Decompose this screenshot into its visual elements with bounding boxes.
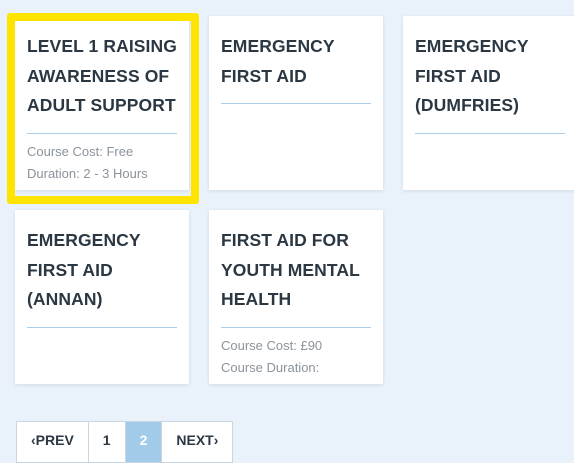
course-card[interactable]: LEVEL 1 RAISING AWARENESS OF ADULT SUPPO… xyxy=(15,16,189,190)
course-card[interactable]: FIRST AID FOR YOUTH MENTAL HEALTH Course… xyxy=(209,210,383,384)
course-title[interactable]: LEVEL 1 RAISING AWARENESS OF ADULT SUPPO… xyxy=(27,32,177,134)
course-card[interactable]: EMERGENCY FIRST AID (ANNAN) xyxy=(15,210,189,384)
page-link-1[interactable]: 1 xyxy=(89,422,126,462)
course-meta: Course Cost: Free Duration: 2 - 3 Hours xyxy=(27,142,177,185)
pagination: ‹PREV 1 2 NEXT› xyxy=(16,421,234,463)
course-meta: Course Cost: £90 Course Duration: xyxy=(221,336,371,379)
page-link-2-current[interactable]: 2 xyxy=(125,422,163,462)
course-title[interactable]: FIRST AID FOR YOUTH MENTAL HEALTH xyxy=(221,226,371,328)
course-duration: Course Duration: xyxy=(221,360,320,375)
prev-page-link[interactable]: ‹PREV xyxy=(17,422,89,462)
course-card[interactable]: EMERGENCY FIRST AID xyxy=(209,16,383,190)
course-cost: Course Cost: Free xyxy=(27,143,134,159)
next-page-link[interactable]: NEXT› xyxy=(162,422,232,462)
course-duration: Duration: 2 - 3 Hours xyxy=(27,166,148,181)
course-title[interactable]: EMERGENCY FIRST AID xyxy=(221,32,371,104)
course-card[interactable]: EMERGENCY FIRST AID (DUMFRIES) xyxy=(403,16,574,190)
course-cost: Course Cost: £90 xyxy=(221,337,323,353)
course-title[interactable]: EMERGENCY FIRST AID (ANNAN) xyxy=(27,226,177,328)
course-title[interactable]: EMERGENCY FIRST AID (DUMFRIES) xyxy=(415,32,565,134)
